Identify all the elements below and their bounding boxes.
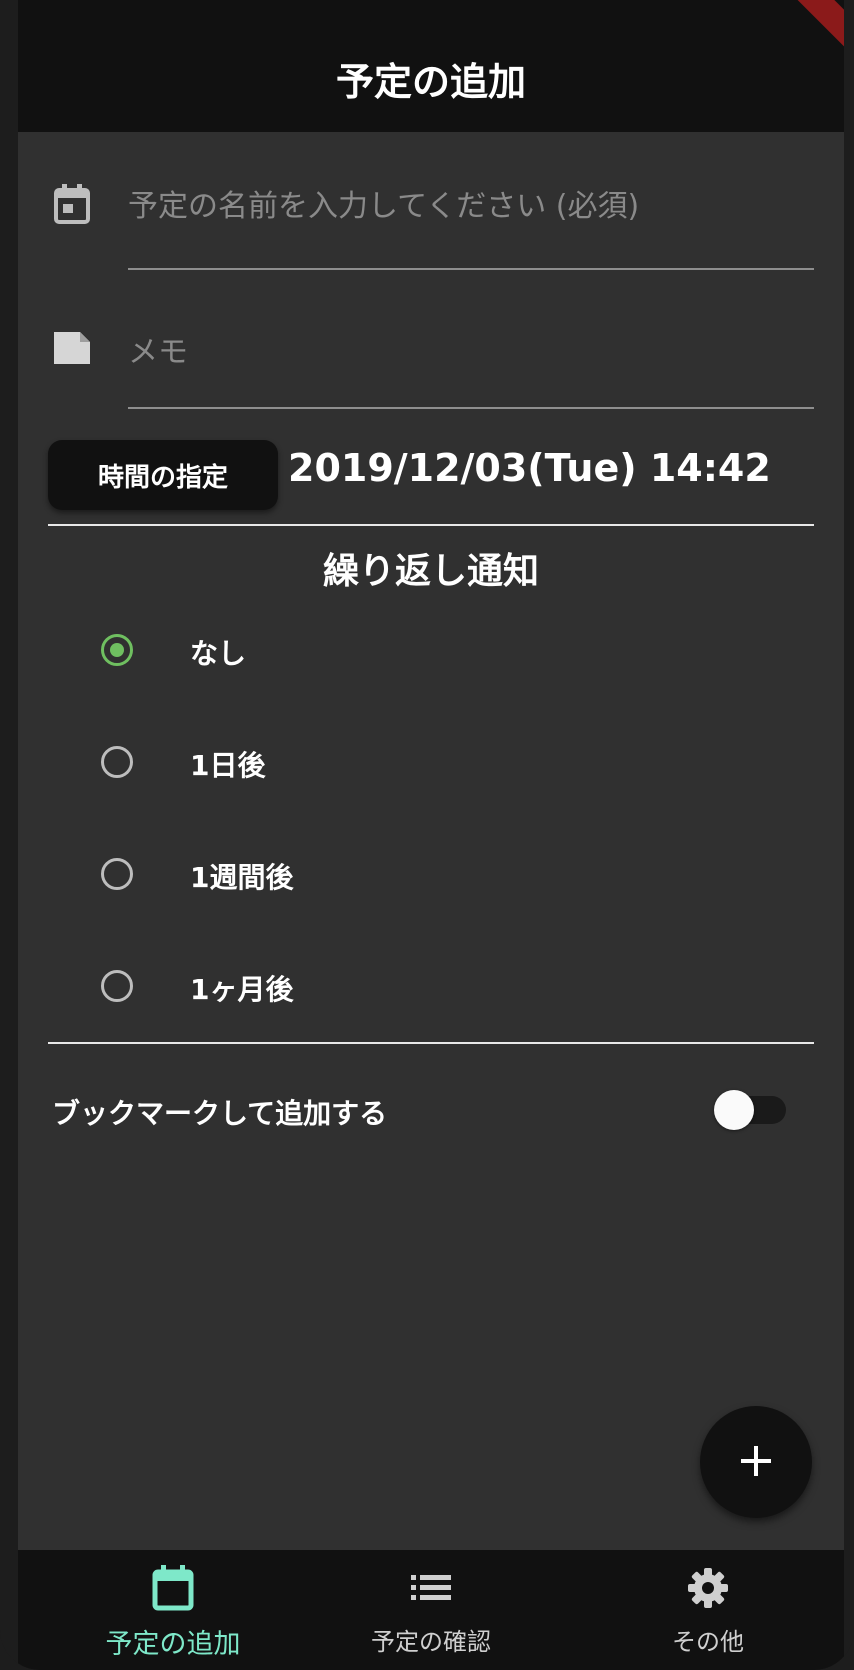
app-bar: 予定の追加: [18, 0, 844, 132]
memo-input[interactable]: [128, 330, 814, 374]
set-time-button[interactable]: 時間の指定: [48, 440, 278, 510]
page-title: 予定の追加: [335, 59, 526, 104]
divider-bottom: [48, 1042, 814, 1044]
radio-button[interactable]: [101, 746, 133, 778]
radio-button[interactable]: [101, 858, 133, 890]
repeat-section-title: 繰り返し通知: [322, 551, 539, 592]
radio-label: 1週間後: [190, 861, 294, 894]
list-icon: [407, 1564, 455, 1612]
radio-label: 1ヶ月後: [190, 973, 294, 1006]
memo-underline: [128, 407, 814, 409]
toggle-thumb: [714, 1090, 754, 1130]
divider-top: [48, 524, 814, 526]
repeat-option-none[interactable]: なし: [18, 612, 844, 692]
nav-item-add-event[interactable]: 予定の追加: [43, 1550, 303, 1670]
nav-item-view-events[interactable]: 予定の確認: [301, 1550, 561, 1670]
selected-datetime: 2019/12/03(Tue) 14:42: [288, 446, 771, 490]
radio-label: なし: [190, 637, 247, 670]
add-event-button[interactable]: [700, 1406, 812, 1518]
name-field-row: [18, 170, 844, 270]
calendar-event-icon: [52, 184, 92, 224]
bookmark-label: ブックマークして追加する: [52, 1097, 388, 1130]
event-name-input[interactable]: [128, 184, 814, 228]
radio-button[interactable]: [101, 634, 133, 666]
device-frame: 予定の追加 予定の名前を入力してください (必須) メモ 時間の指定 2019/…: [0, 0, 854, 1670]
nav-label: 予定の確認: [371, 1628, 491, 1656]
event-name-underline: [128, 268, 814, 270]
note-icon: [52, 328, 92, 368]
radio-button[interactable]: [101, 970, 133, 1002]
debug-banner: [752, 0, 844, 62]
app-screen: 予定の追加 予定の名前を入力してください (必須) メモ 時間の指定 2019/…: [18, 0, 844, 1670]
radio-label: 1日後: [190, 749, 266, 782]
nav-label: その他: [672, 1628, 744, 1656]
repeat-option-1-day[interactable]: 1日後: [18, 724, 844, 804]
gear-icon: [684, 1564, 732, 1612]
nav-item-other[interactable]: その他: [578, 1550, 838, 1670]
bottom-navigation: 予定の追加 予定の確認 その他: [18, 1550, 844, 1670]
nav-label: 予定の追加: [105, 1629, 241, 1660]
memo-field-row: [18, 310, 844, 410]
plus-icon: [739, 1444, 773, 1481]
repeat-option-1-week[interactable]: 1週間後: [18, 836, 844, 916]
repeat-option-1-month[interactable]: 1ヶ月後: [18, 948, 844, 1028]
bookmark-toggle[interactable]: [714, 1090, 786, 1130]
calendar-icon: [149, 1564, 197, 1612]
